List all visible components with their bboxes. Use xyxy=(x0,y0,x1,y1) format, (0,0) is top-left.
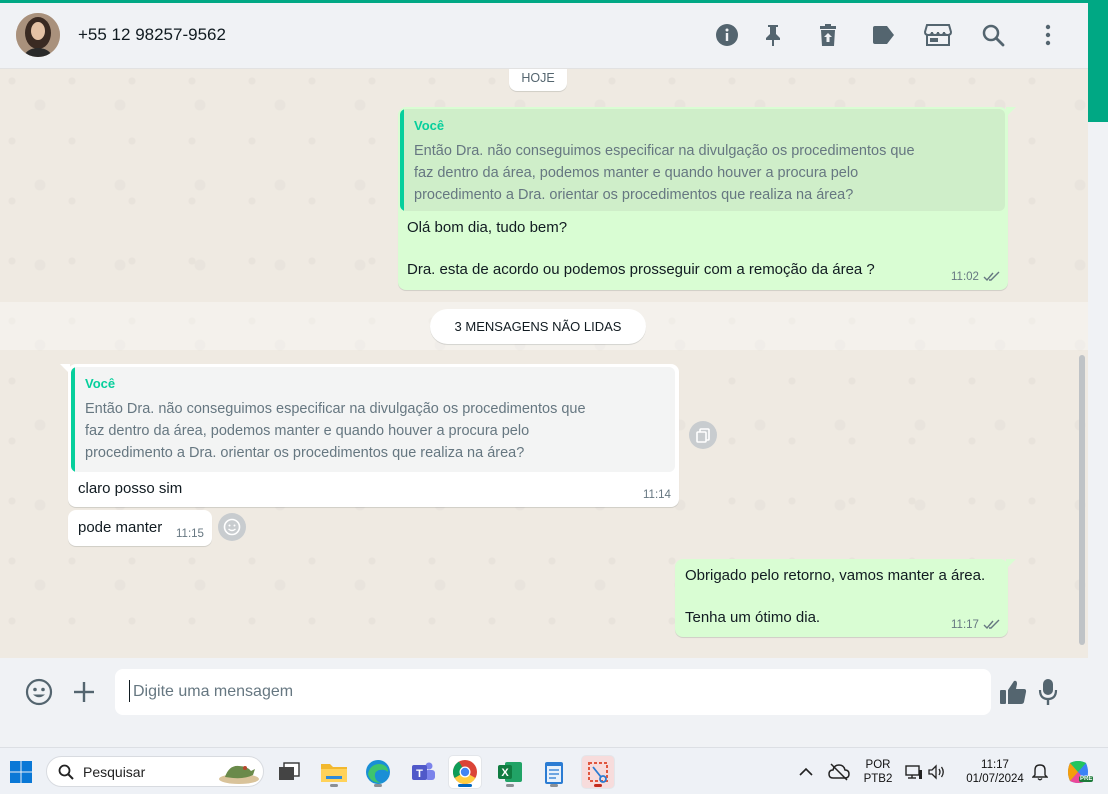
message-time: 11:15 xyxy=(176,528,204,540)
teams-icon[interactable]: T xyxy=(407,756,439,788)
edge-browser-icon[interactable] xyxy=(362,756,394,788)
message-bubble-outgoing[interactable]: Você Então Dra. não conseguimos especifi… xyxy=(398,107,1008,290)
running-indicator xyxy=(506,784,514,787)
window-edge-accent xyxy=(1088,0,1108,122)
message-time: 11:14 xyxy=(643,489,671,501)
window-bottom-edge xyxy=(0,726,1108,747)
read-ticks-icon xyxy=(983,619,1000,630)
taskbar-search[interactable]: Pesquisar xyxy=(46,756,264,787)
message-input[interactable] xyxy=(115,669,991,715)
copilot-icon[interactable]: PRE xyxy=(1062,756,1094,788)
pin-icon[interactable] xyxy=(757,19,789,51)
file-explorer-icon[interactable] xyxy=(318,756,350,788)
quote-author: Você xyxy=(414,118,445,133)
input-language-indicator[interactable]: POR PTB2 xyxy=(858,758,898,786)
task-view-icon[interactable] xyxy=(273,756,305,788)
running-indicator xyxy=(550,784,558,787)
search-highlight-icon xyxy=(219,765,259,784)
svg-text:X: X xyxy=(501,767,509,779)
contact-name[interactable]: +55 12 98257-9562 xyxy=(78,25,226,45)
svg-text:T: T xyxy=(416,768,423,780)
message-bubble-incoming[interactable]: pode manter 11:15 xyxy=(68,510,212,546)
thumbs-up-icon[interactable] xyxy=(996,675,1030,709)
quote-bar xyxy=(71,367,75,472)
excel-icon[interactable]: X xyxy=(494,756,526,788)
copilot-badge: PRE xyxy=(1079,776,1094,782)
bubble-tail-icon xyxy=(1006,559,1016,569)
running-indicator xyxy=(330,784,338,787)
window-edge xyxy=(1088,122,1108,746)
active-indicator xyxy=(458,784,472,787)
clock-time: 11:17 xyxy=(981,759,1009,771)
read-ticks-icon xyxy=(983,271,1000,282)
keyboard-layout: PTB2 xyxy=(863,773,893,785)
notifications-icon[interactable] xyxy=(1028,756,1052,788)
info-icon[interactable] xyxy=(711,19,743,51)
react-emoji-icon[interactable] xyxy=(218,513,246,541)
unread-divider: 3 MENSAGENS NÃO LIDAS xyxy=(430,309,646,344)
microphone-icon[interactable] xyxy=(1031,675,1065,709)
message-composer xyxy=(0,658,1088,726)
quote-author: Você xyxy=(85,376,116,391)
message-bubble-incoming[interactable]: Você Então Dra. não conseguimos especifi… xyxy=(68,364,679,507)
running-indicator xyxy=(594,784,602,787)
clock-date: 01/07/2024 xyxy=(966,773,1024,785)
label-icon[interactable] xyxy=(867,19,899,51)
system-clock[interactable]: 11:17 01/07/2024 xyxy=(958,758,1032,786)
quote-text: Então Dra. não conseguimos especificar n… xyxy=(85,401,586,461)
more-icon[interactable] xyxy=(1032,19,1064,51)
bubble-tail-icon xyxy=(60,364,70,374)
message-time: 11:17 xyxy=(951,619,979,631)
attach-plus-icon[interactable] xyxy=(67,675,101,709)
search-icon[interactable] xyxy=(977,19,1009,51)
notepad-icon[interactable] xyxy=(538,756,570,788)
onedrive-offline-icon[interactable] xyxy=(824,756,854,788)
windows-start-icon[interactable] xyxy=(5,756,37,788)
conversation-panel[interactable]: HOJE Você Então Dra. não conseguimos esp… xyxy=(0,69,1088,658)
forward-icon[interactable] xyxy=(689,421,717,449)
contact-avatar[interactable] xyxy=(16,13,60,57)
language-code: POR xyxy=(865,759,891,771)
message-bubble-outgoing[interactable]: Obrigado pelo retorno, vamos manter a ár… xyxy=(675,559,1008,637)
quoted-message[interactable]: Você Então Dra. não conseguimos especifi… xyxy=(400,109,1005,211)
bubble-tail-icon xyxy=(1006,107,1016,117)
chrome-browser-icon[interactable] xyxy=(449,756,481,788)
quote-text: Então Dra. não conseguimos especificar n… xyxy=(414,143,915,203)
message-text: claro posso sim xyxy=(78,480,183,497)
chat-header: +55 12 98257-9562 xyxy=(0,3,1088,69)
emoji-icon[interactable] xyxy=(22,675,56,709)
quote-bar xyxy=(400,109,404,211)
scrollbar[interactable] xyxy=(1079,355,1085,645)
chevron-up-icon[interactable] xyxy=(792,756,820,788)
text-caret xyxy=(129,680,130,702)
message-text: Olá bom dia, tudo bem? Dra. esta de acor… xyxy=(407,219,875,278)
store-icon[interactable] xyxy=(922,19,954,51)
message-time: 11:02 xyxy=(951,271,979,283)
taskbar-search-label: Pesquisar xyxy=(83,764,146,780)
delete-icon[interactable] xyxy=(812,19,844,51)
search-icon xyxy=(58,764,74,780)
snipping-tool-icon[interactable] xyxy=(582,756,614,788)
running-indicator xyxy=(374,784,382,787)
network-icon[interactable] xyxy=(902,756,926,788)
windows-taskbar: Pesquisar T X POR PTB2 11:17 01/07/2024 … xyxy=(0,747,1108,794)
quoted-message[interactable]: Você Então Dra. não conseguimos especifi… xyxy=(71,367,675,472)
message-text: pode manter xyxy=(78,519,163,536)
volume-icon[interactable] xyxy=(926,756,948,788)
date-chip: HOJE xyxy=(509,69,567,91)
